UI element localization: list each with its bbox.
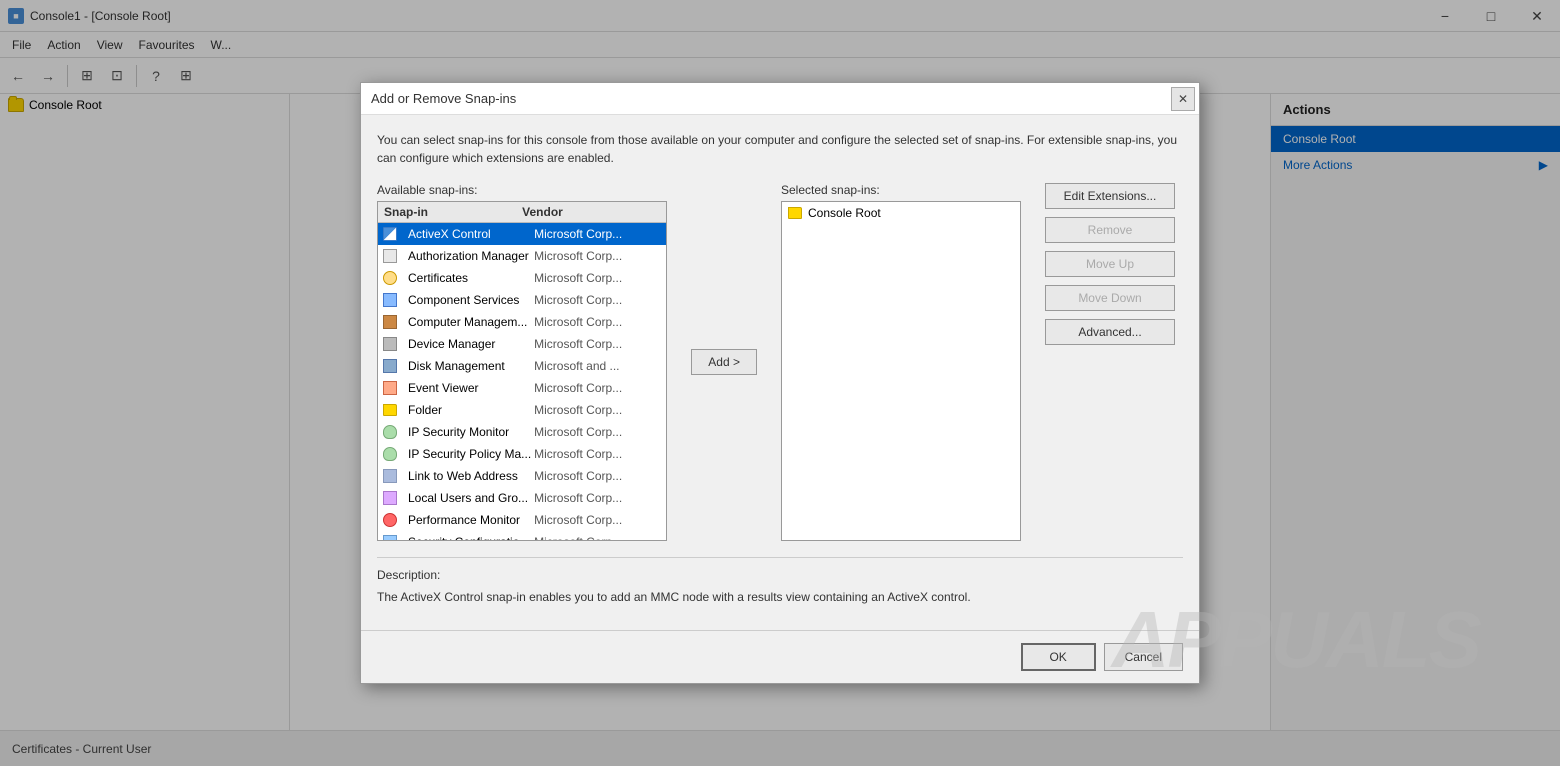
folder-snap-icon: [382, 402, 398, 418]
snapin-row-eventviewer[interactable]: Event Viewer Microsoft Corp...: [378, 377, 666, 399]
snapin-vendor-secconfig: Microsoft Corp...: [534, 535, 662, 541]
description-section: Description: The ActiveX Control snap-in…: [377, 557, 1183, 606]
snapin-vendor-localusers: Microsoft Corp...: [534, 491, 662, 505]
snapin-row-linkweb[interactable]: Link to Web Address Microsoft Corp...: [378, 465, 666, 487]
selected-snapins-section: Selected snap-ins: Console Root: [781, 183, 1021, 541]
dialog-title: Add or Remove Snap-ins: [371, 91, 516, 106]
dialog-overlay: Add or Remove Snap-ins ✕ You can select …: [0, 0, 1560, 766]
snapin-name-diskmgmt: Disk Management: [406, 359, 534, 373]
snapin-name-perfmon: Performance Monitor: [406, 513, 534, 527]
advanced-button[interactable]: Advanced...: [1045, 319, 1175, 345]
action-buttons: Edit Extensions... Remove Move Up Move D…: [1037, 183, 1183, 523]
eventviewer-icon: [382, 380, 398, 396]
available-snapins-section: Available snap-ins: Snap-in Vendor Activ…: [377, 183, 667, 541]
snapin-row-folder[interactable]: Folder Microsoft Corp...: [378, 399, 666, 421]
snapin-vendor-linkweb: Microsoft Corp...: [534, 469, 662, 483]
snapin-row-authmanager[interactable]: Authorization Manager Microsoft Corp...: [378, 245, 666, 267]
selected-list-box[interactable]: Console Root: [781, 201, 1021, 541]
certs-icon: [382, 270, 398, 286]
snapin-vendor-activex: Microsoft Corp...: [534, 227, 662, 241]
authmanager-icon: [382, 248, 398, 264]
move-down-button[interactable]: Move Down: [1045, 285, 1175, 311]
consoleroot-icon: [788, 207, 802, 219]
add-btn-area: Add >: [683, 349, 765, 375]
snapin-name-compservices: Component Services: [406, 293, 534, 307]
selected-label: Selected snap-ins:: [781, 183, 1021, 197]
devmgr-icon: [382, 336, 398, 352]
snapin-name-compmgmt: Computer Managem...: [406, 315, 534, 329]
activex-icon: [382, 226, 398, 242]
compservices-icon: [382, 292, 398, 308]
dialog-description: You can select snap-ins for this console…: [377, 131, 1183, 167]
col-snapin: Snap-in: [384, 205, 522, 219]
snapin-vendor-certs: Microsoft Corp...: [534, 271, 662, 285]
snapin-name-ipsecpolicy: IP Security Policy Ma...: [406, 447, 534, 461]
snapin-vendor-eventviewer: Microsoft Corp...: [534, 381, 662, 395]
snapin-name-folder: Folder: [406, 403, 534, 417]
snapin-row-certs[interactable]: Certificates Microsoft Corp...: [378, 267, 666, 289]
remove-button[interactable]: Remove: [1045, 217, 1175, 243]
localusers-icon: [382, 490, 398, 506]
snapin-vendor-ipsecpolicy: Microsoft Corp...: [534, 447, 662, 461]
snapin-vendor-compservices: Microsoft Corp...: [534, 293, 662, 307]
snapin-name-secconfig: Security Configuratio...: [406, 535, 534, 541]
dialog-footer: OK Cancel: [361, 630, 1199, 683]
dialog-close-button[interactable]: ✕: [1171, 87, 1195, 111]
linkweb-icon: [382, 468, 398, 484]
snapin-row-devmgr[interactable]: Device Manager Microsoft Corp...: [378, 333, 666, 355]
dialog-title-bar: Add or Remove Snap-ins ✕: [361, 83, 1199, 115]
description-label: Description:: [377, 568, 1183, 582]
available-label: Available snap-ins:: [377, 183, 667, 197]
snapin-row-activex[interactable]: ActiveX Control Microsoft Corp...: [378, 223, 666, 245]
perfmon-icon: [382, 512, 398, 528]
snapin-row-ipsecpolicy[interactable]: IP Security Policy Ma... Microsoft Corp.…: [378, 443, 666, 465]
ipsecpolicy-icon: [382, 446, 398, 462]
add-button[interactable]: Add >: [691, 349, 757, 375]
col-vendor: Vendor: [522, 205, 660, 219]
ipsecmon-icon: [382, 424, 398, 440]
snapin-name-ipsecmon: IP Security Monitor: [406, 425, 534, 439]
dialog-columns: Available snap-ins: Snap-in Vendor Activ…: [377, 183, 1183, 541]
snapin-name-eventviewer: Event Viewer: [406, 381, 534, 395]
snapin-vendor-folder: Microsoft Corp...: [534, 403, 662, 417]
snapin-name-activex: ActiveX Control: [406, 227, 534, 241]
snapin-row-ipsecmon[interactable]: IP Security Monitor Microsoft Corp...: [378, 421, 666, 443]
snapin-vendor-ipsecmon: Microsoft Corp...: [534, 425, 662, 439]
add-remove-snapins-dialog: Add or Remove Snap-ins ✕ You can select …: [360, 82, 1200, 684]
edit-extensions-button[interactable]: Edit Extensions...: [1045, 183, 1175, 209]
snapin-name-certs: Certificates: [406, 271, 534, 285]
snapin-name-linkweb: Link to Web Address: [406, 469, 534, 483]
selected-item-consoleroot[interactable]: Console Root: [782, 202, 1020, 224]
snapin-vendor-perfmon: Microsoft Corp...: [534, 513, 662, 527]
snapin-row-localusers[interactable]: Local Users and Gro... Microsoft Corp...: [378, 487, 666, 509]
cancel-button[interactable]: Cancel: [1104, 643, 1183, 671]
dialog-body: You can select snap-ins for this console…: [361, 115, 1199, 622]
snapin-name-localusers: Local Users and Gro...: [406, 491, 534, 505]
snapin-row-compmgmt[interactable]: Computer Managem... Microsoft Corp...: [378, 311, 666, 333]
snapin-header: Snap-in Vendor: [378, 202, 666, 223]
ok-button[interactable]: OK: [1021, 643, 1096, 671]
compmgmt-icon: [382, 314, 398, 330]
snapin-vendor-diskmgmt: Microsoft and ...: [534, 359, 662, 373]
snapin-vendor-devmgr: Microsoft Corp...: [534, 337, 662, 351]
snapin-vendor-compmgmt: Microsoft Corp...: [534, 315, 662, 329]
snapin-row-compservices[interactable]: Component Services Microsoft Corp...: [378, 289, 666, 311]
snapin-row-perfmon[interactable]: Performance Monitor Microsoft Corp...: [378, 509, 666, 531]
move-up-button[interactable]: Move Up: [1045, 251, 1175, 277]
snapin-row-secconfig[interactable]: Security Configuratio... Microsoft Corp.…: [378, 531, 666, 541]
secconfig-icon: [382, 534, 398, 541]
snapin-vendor-authmanager: Microsoft Corp...: [534, 249, 662, 263]
diskmgmt-icon: [382, 358, 398, 374]
snapin-row-diskmgmt[interactable]: Disk Management Microsoft and ...: [378, 355, 666, 377]
snapin-name-devmgr: Device Manager: [406, 337, 534, 351]
selected-consoleroot-name: Console Root: [808, 206, 881, 220]
snapin-list-box[interactable]: Snap-in Vendor ActiveX Control Microsoft…: [377, 201, 667, 541]
description-text: The ActiveX Control snap-in enables you …: [377, 588, 1183, 606]
snapin-name-authmanager: Authorization Manager: [406, 249, 534, 263]
